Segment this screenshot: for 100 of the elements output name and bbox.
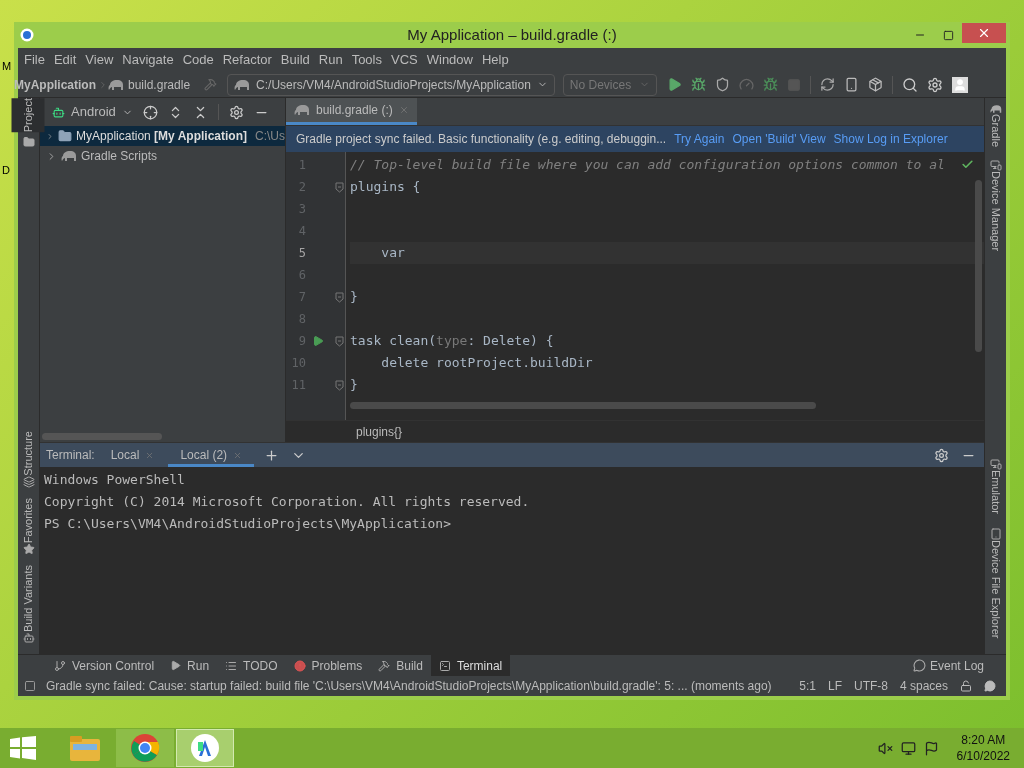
panel-toggle-icon[interactable] bbox=[24, 680, 36, 692]
session-tab[interactable]: Local bbox=[98, 443, 167, 467]
status-item[interactable]: 5:1 bbox=[799, 677, 816, 695]
settings-icon[interactable] bbox=[228, 104, 244, 120]
bug-icon[interactable] bbox=[762, 77, 778, 92]
phone-icon[interactable] bbox=[843, 77, 859, 92]
structure-icon bbox=[22, 475, 35, 488]
tool-window-button[interactable]: Gradle bbox=[979, 114, 1012, 148]
elephant-icon bbox=[61, 150, 77, 162]
taskbar-app[interactable] bbox=[116, 729, 174, 767]
search-icon[interactable] bbox=[901, 76, 918, 93]
taskbar-app[interactable] bbox=[176, 729, 234, 767]
elephant-icon bbox=[294, 104, 310, 116]
speech-bubble-icon bbox=[912, 659, 926, 672]
clock-time[interactable]: 8:20 AM bbox=[961, 732, 1006, 748]
window-title: My Application – build.gradle (:) bbox=[407, 24, 617, 45]
status-item[interactable]: UTF-8 bbox=[853, 677, 888, 695]
terminal-line: PS C:\Users\VM4\AndroidStudioProjects\MyApplication> bbox=[44, 515, 452, 534]
elephant-icon bbox=[989, 104, 1002, 114]
editor-breadcrumb[interactable]: plugins{} bbox=[356, 422, 403, 441]
start-icon[interactable] bbox=[10, 736, 36, 760]
clock-date[interactable]: 6/10/2022 bbox=[956, 748, 1010, 764]
add-icon[interactable] bbox=[264, 447, 280, 463]
tablet-icon bbox=[989, 527, 1002, 540]
list-icon bbox=[225, 659, 238, 672]
menu-item[interactable]: View bbox=[85, 50, 114, 70]
code-line: plugins { bbox=[350, 178, 421, 197]
tool-window-tab[interactable]: TODO bbox=[217, 655, 286, 676]
banner-link[interactable]: Open 'Build' View bbox=[732, 130, 826, 148]
module-folder-icon bbox=[58, 129, 73, 143]
studio-icon bbox=[190, 733, 220, 763]
session-tab[interactable]: Local (2) bbox=[168, 443, 255, 467]
tool-window-button[interactable]: Project bbox=[12, 98, 45, 133]
maximize-icon bbox=[942, 29, 954, 41]
android-icon bbox=[52, 105, 65, 119]
elephant-icon bbox=[108, 78, 124, 91]
fold-marker-icon[interactable] bbox=[335, 291, 344, 303]
editor-tab[interactable]: build.gradle (:) bbox=[286, 98, 417, 125]
menu-item[interactable]: File bbox=[24, 50, 45, 70]
shield-icon[interactable] bbox=[714, 77, 730, 92]
chrome-icon bbox=[130, 733, 160, 763]
close-icon bbox=[977, 26, 991, 40]
avatar-icon[interactable] bbox=[951, 76, 968, 93]
package-icon[interactable] bbox=[867, 77, 883, 92]
menu-item[interactable]: Help bbox=[481, 50, 509, 70]
terminal-line: Windows PowerShell bbox=[44, 471, 186, 490]
menu-item[interactable]: Refactor bbox=[222, 50, 272, 70]
unlock-icon[interactable] bbox=[960, 680, 972, 692]
tool-window-tab[interactable]: Problems bbox=[285, 655, 371, 676]
menu-item[interactable]: VCS bbox=[391, 50, 418, 70]
flag-icon[interactable] bbox=[923, 740, 939, 756]
tool-window-tab[interactable]: Terminal bbox=[430, 655, 511, 676]
locate-icon[interactable] bbox=[142, 104, 158, 120]
banner-link[interactable]: Try Again bbox=[674, 130, 725, 148]
fold-marker-icon[interactable] bbox=[335, 335, 344, 347]
banner-message: Gradle project sync failed. Basic functionality (e.g. editing, debuggin... bbox=[296, 131, 667, 148]
run-icon[interactable] bbox=[666, 77, 682, 92]
run-gutter-icon[interactable] bbox=[312, 335, 324, 347]
bug-icon[interactable] bbox=[690, 77, 706, 92]
fold-marker-icon[interactable] bbox=[335, 379, 344, 391]
status-item[interactable]: LF bbox=[827, 677, 842, 695]
breadcrumb-file[interactable]: build.gradle bbox=[128, 75, 191, 94]
tool-window-tab[interactable]: Version Control bbox=[46, 655, 163, 676]
menu-item[interactable]: Window bbox=[426, 50, 473, 70]
terminal-icon bbox=[438, 659, 451, 672]
check-icon bbox=[961, 158, 974, 171]
tree-item[interactable]: Gradle Scripts bbox=[40, 146, 285, 166]
menu-item[interactable]: Tools bbox=[351, 50, 382, 70]
menu-item[interactable]: Run bbox=[318, 50, 343, 70]
separator-icon bbox=[98, 79, 108, 90]
settings-icon[interactable] bbox=[926, 76, 943, 93]
network-icon[interactable] bbox=[900, 740, 916, 756]
hammer-icon bbox=[204, 78, 218, 91]
volume-muted-icon[interactable] bbox=[877, 740, 893, 756]
folder-icon bbox=[69, 734, 101, 762]
banner-link[interactable]: Show Log in Explorer bbox=[833, 130, 948, 148]
vertical-scrollbar[interactable] bbox=[975, 180, 982, 352]
app-icon bbox=[20, 28, 34, 42]
notification-icon[interactable] bbox=[984, 680, 996, 692]
view-dropdown[interactable]: Android bbox=[52, 102, 133, 122]
branch-icon bbox=[54, 659, 66, 672]
status-message[interactable]: Gradle sync failed: Cause: startup failed: build file 'C:\Users\VM4\AndroidStudioProjects\MyApplication\build.gradle': 5: ... (moments ago) bbox=[46, 677, 772, 695]
tree-item[interactable]: MyApplication [My Application] C:\Us bbox=[40, 126, 285, 146]
code-line: } bbox=[350, 376, 358, 395]
tool-window-tab[interactable]: Run bbox=[162, 655, 218, 676]
line-number: 5 bbox=[297, 245, 306, 262]
settings-icon[interactable] bbox=[934, 447, 949, 463]
event-log-button[interactable]: Event Log bbox=[912, 656, 984, 675]
horizontal-scrollbar[interactable] bbox=[42, 433, 162, 440]
fold-marker-icon[interactable] bbox=[335, 181, 344, 193]
tool-window-tab[interactable]: Build bbox=[370, 655, 431, 676]
sync-icon[interactable] bbox=[819, 77, 835, 92]
menu-item[interactable]: Code bbox=[182, 50, 214, 70]
run-config-dropdown[interactable]: C:/Users/VM4/AndroidStudioProjects/MyApplication bbox=[227, 73, 555, 96]
menu-item[interactable]: Navigate bbox=[122, 50, 174, 70]
menu-item[interactable]: Build bbox=[280, 50, 310, 70]
status-item[interactable]: 4 spaces bbox=[899, 677, 948, 695]
horizontal-scrollbar[interactable] bbox=[350, 402, 816, 409]
menu-item[interactable]: Edit bbox=[53, 50, 77, 70]
panel-title: Terminal: bbox=[45, 447, 96, 464]
